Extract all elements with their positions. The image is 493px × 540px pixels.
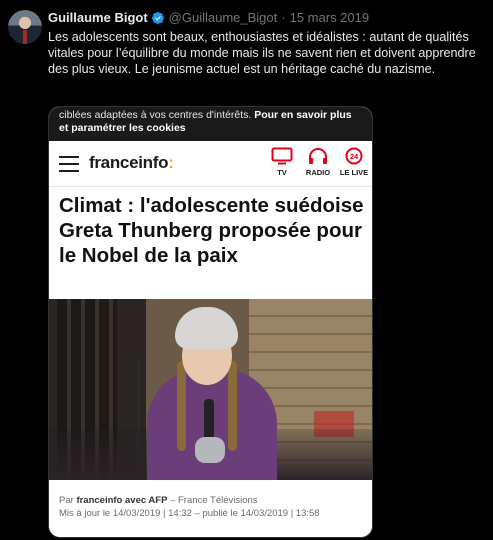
nav-label: TV [277,168,287,177]
separator-dot: · [281,10,286,25]
live-badge: 24 [350,152,359,161]
byline-source[interactable]: franceinfo avec AFP [76,495,167,506]
menu-hamburger-icon[interactable] [59,156,79,172]
cookie-text: ciblées adaptées à vos centres d'intérêt… [59,109,252,121]
live-24-icon: 24 [345,147,363,165]
link-preview-card[interactable]: ciblées adaptées à vos centres d'intérêt… [48,106,373,538]
tweet-date[interactable]: 15 mars 2019 [290,10,370,25]
nav-tv[interactable]: TV [265,147,299,177]
author-avatar[interactable] [8,10,42,44]
headphones-icon [309,148,327,164]
article-headline[interactable]: Climat : l'adolescente suédoise Greta Th… [59,193,369,268]
nav-radio[interactable]: RADIO [301,147,335,177]
article-photo[interactable] [49,299,372,480]
author-name[interactable]: Guillaume Bigot [48,10,148,25]
nav-label: LE LIVE [339,168,369,177]
cookie-banner: ciblées adaptées à vos centres d'intérêt… [49,107,372,141]
article-meta: Par franceinfo avec AFP – France Télévis… [49,480,372,537]
author-handle[interactable]: @Guillaume_Bigot [169,10,278,25]
nav-label: RADIO [305,168,331,177]
site-header: franceinfo: TV RADIO 24 LE LIVE [49,141,372,187]
verified-badge-icon [151,11,165,25]
site-logo[interactable]: franceinfo: [89,153,174,173]
article-dates: Mis à jour le 14/03/2019 | 14:32 – publi… [59,508,320,519]
tweet-header: Guillaume Bigot @Guillaume_Bigot · 15 ma… [48,10,369,25]
tweet-text: Les adolescents sont beaux, enthousiaste… [48,30,476,76]
byline: Par franceinfo avec AFP – France Télévis… [59,495,258,506]
nav-live[interactable]: 24 LE LIVE [337,147,371,177]
tv-icon [271,147,293,165]
